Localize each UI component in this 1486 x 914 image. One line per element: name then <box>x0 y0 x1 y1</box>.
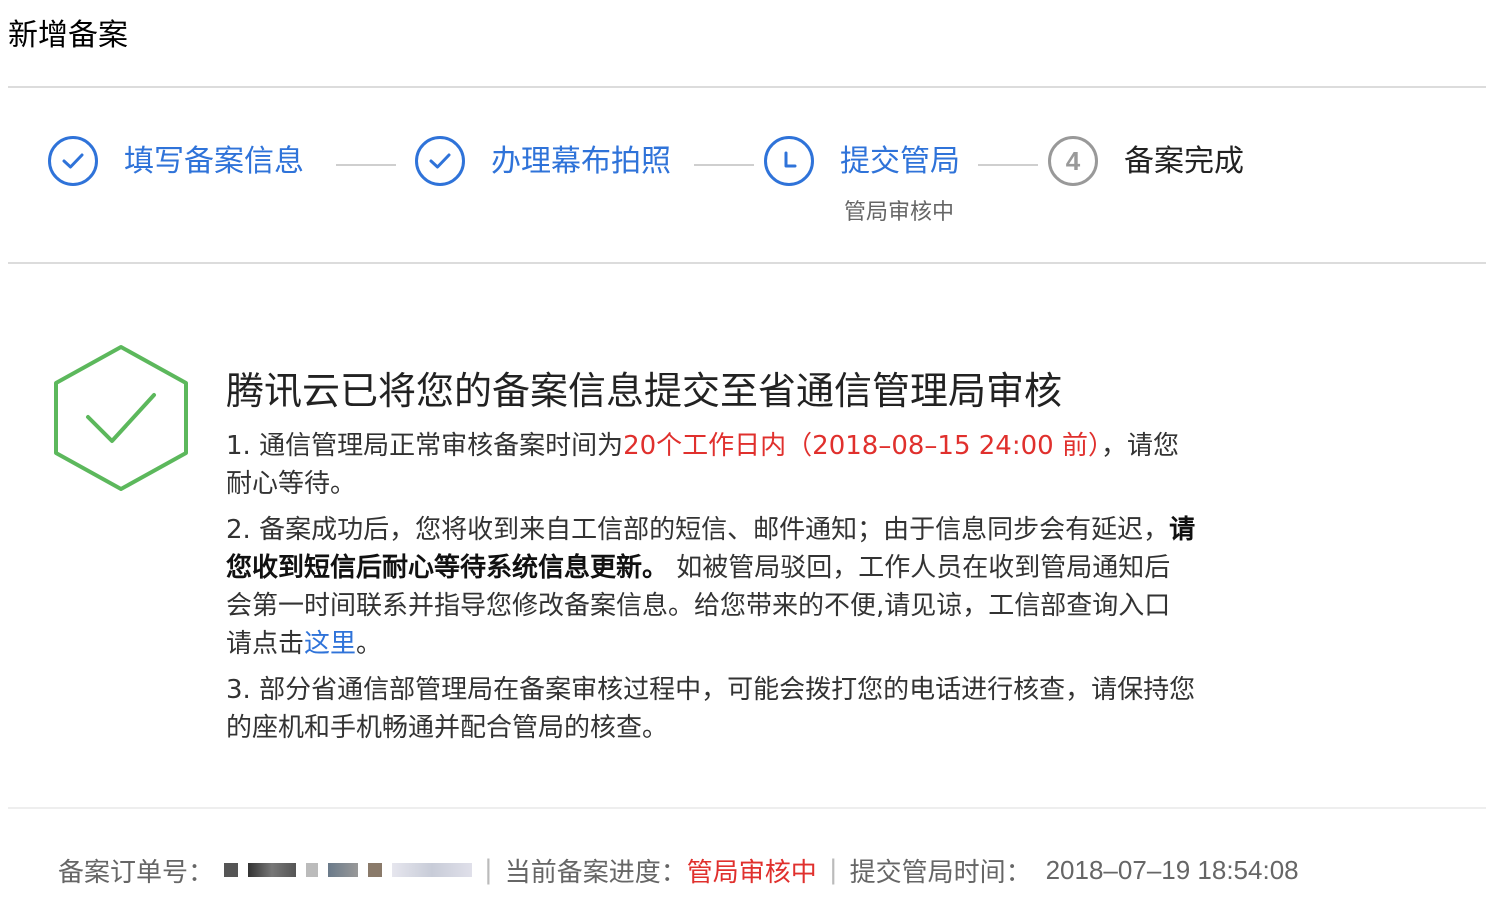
check-icon <box>62 153 84 169</box>
note-3: 3. 部分省通信部管理局在备案审核过程中，可能会拨打您的电话进行核查，请保持您的… <box>226 675 1196 743</box>
progress-label: 当前备案进度： <box>504 857 687 888</box>
footer-separator: | <box>484 855 493 885</box>
submit-time-label: 提交管局时间： <box>849 857 1032 888</box>
step-connector <box>978 164 1038 166</box>
note-1: 1. 通信管理局正常审核备案时间为20个工作日内（2018–08–15 24:0… <box>226 427 1196 503</box>
step-2-circle <box>415 136 465 186</box>
step-connector <box>336 164 396 166</box>
step-1-circle <box>48 136 98 186</box>
note-2-end: 。 <box>356 629 383 659</box>
step-3-circle <box>764 136 814 186</box>
note-1-text: 1. 通信管理局正常审核备案时间为 <box>226 431 624 461</box>
step-3: 提交管局 管局审核中 <box>764 136 1014 236</box>
notes: 1. 通信管理局正常审核备案时间为20个工作日内（2018–08–15 24:0… <box>226 427 1196 755</box>
submit-time-value: 2018–07–19 18:54:08 <box>1045 854 1299 885</box>
review-deadline: 20个工作日内（2018–08–15 24:00 前） <box>623 431 1101 461</box>
steps-bar: 填写备案信息 办理幕布拍照 提交管局 管局审核中 4 备案完成 <box>48 136 1348 236</box>
step-1: 填写备案信息 <box>48 136 328 196</box>
step-1-label: 填写备案信息 <box>124 144 304 179</box>
order-number-redacted <box>224 860 473 880</box>
bottom-divider <box>8 807 1486 809</box>
step-3-status: 管局审核中 <box>844 200 955 225</box>
step-4: 4 备案完成 <box>1048 136 1278 196</box>
step-4-number: 4 <box>1065 145 1081 176</box>
page-title: 新增备案 <box>8 18 128 53</box>
mid-divider <box>8 262 1486 264</box>
step-2-label: 办理幕布拍照 <box>491 144 671 179</box>
step-4-circle: 4 <box>1048 136 1098 186</box>
step-connector <box>694 164 754 166</box>
note-2-text: 2. 备案成功后，您将收到来自工信部的短信、邮件通知；由于信息同步会有延迟， <box>226 515 1170 545</box>
clock-icon <box>784 151 797 168</box>
miit-query-link[interactable]: 这里 <box>304 629 356 659</box>
order-number-label: 备案订单号： <box>58 857 215 888</box>
footer-info: 备案订单号： | 当前备案进度： 管局审核中 | 提交管局时间： 2018–07… <box>58 848 1299 892</box>
note-2: 2. 备案成功后，您将收到来自工信部的短信、邮件通知；由于信息同步会有延迟，请您… <box>226 511 1196 663</box>
step-2: 办理幕布拍照 <box>415 136 695 196</box>
step-3-label: 提交管局 <box>840 144 960 179</box>
progress-status: 管局审核中 <box>686 857 817 888</box>
result-heading: 腾讯云已将您的备案信息提交至省通信管理局审核 <box>226 369 1063 413</box>
success-shield-icon <box>54 345 188 491</box>
footer-separator: | <box>828 855 838 885</box>
step-4-label: 备案完成 <box>1124 144 1244 179</box>
check-icon <box>429 153 451 169</box>
top-divider <box>8 86 1486 88</box>
